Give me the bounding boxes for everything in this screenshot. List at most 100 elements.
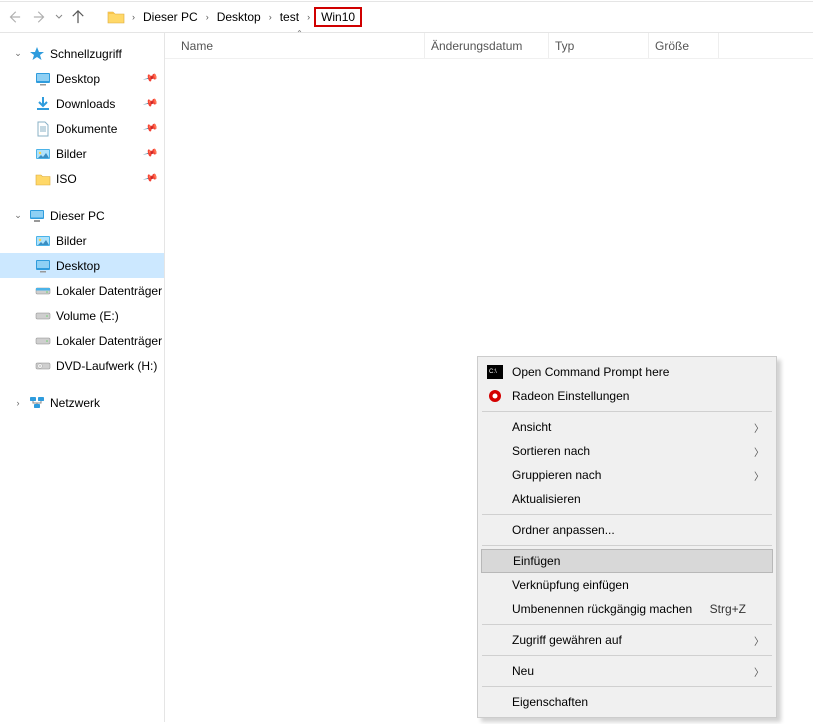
- menu-separator: [482, 655, 772, 656]
- dvd-icon: [34, 357, 52, 375]
- menu-item-label: Ordner anpassen...: [512, 523, 615, 537]
- cmd-icon: C:\: [486, 363, 504, 381]
- recent-locations-dropdown[interactable]: [54, 13, 64, 21]
- sidebar-item-label: Lokaler Datenträger: [56, 334, 164, 348]
- drive-icon: [34, 282, 52, 300]
- drive-icon: [34, 307, 52, 325]
- column-size[interactable]: Größe: [649, 33, 719, 58]
- chevron-down-icon: [55, 13, 63, 21]
- chevron-right-icon: 〉: [754, 468, 764, 483]
- download-icon: [34, 95, 52, 113]
- svg-text:C:\: C:\: [489, 369, 497, 375]
- forward-button[interactable]: [28, 5, 52, 29]
- sidebar-item-label: Lokaler Datenträger: [56, 284, 164, 298]
- sidebar-item-pictures[interactable]: Bilder: [0, 228, 164, 253]
- arrow-left-icon: [7, 10, 21, 24]
- sidebar-item-iso[interactable]: ISO 📌: [0, 166, 164, 191]
- menu-item-new[interactable]: Neu 〉: [480, 659, 774, 683]
- navigation-bar: › Dieser PC › Desktop › test › Win10: [0, 1, 813, 33]
- menu-item-open-cmd[interactable]: C:\ Open Command Prompt here: [480, 360, 774, 384]
- star-icon: [28, 45, 46, 63]
- drive-icon: [34, 332, 52, 350]
- sidebar-item-label: Volume (E:): [56, 309, 164, 323]
- menu-separator: [482, 411, 772, 412]
- menu-item-group-by[interactable]: Gruppieren nach 〉: [480, 463, 774, 487]
- folder-icon: [106, 7, 126, 27]
- menu-item-view[interactable]: Ansicht 〉: [480, 415, 774, 439]
- chevron-right-icon[interactable]: ›: [265, 12, 276, 22]
- menu-item-label: Aktualisieren: [512, 492, 581, 506]
- sidebar-item-documents[interactable]: Dokumente 📌: [0, 116, 164, 141]
- back-button[interactable]: [2, 5, 26, 29]
- breadcrumb-item[interactable]: test: [276, 6, 303, 28]
- sidebar-item-pictures[interactable]: Bilder 📌: [0, 141, 164, 166]
- menu-item-sort-by[interactable]: Sortieren nach 〉: [480, 439, 774, 463]
- tree-group-this-pc: ⌄ Dieser PC Bilder Desktop Lokaler Daten…: [0, 203, 164, 378]
- breadcrumb-item[interactable]: Dieser PC: [139, 6, 202, 28]
- menu-item-undo-rename[interactable]: Umbenennen rückgängig machen Strg+Z: [480, 597, 774, 621]
- menu-item-customize-folder[interactable]: Ordner anpassen...: [480, 518, 774, 542]
- sidebar-item-label: DVD-Laufwerk (H:): [56, 359, 164, 373]
- menu-item-label: Zugriff gewähren auf: [512, 633, 622, 647]
- menu-item-refresh[interactable]: Aktualisieren: [480, 487, 774, 511]
- chevron-right-icon: 〉: [754, 633, 764, 648]
- menu-item-label: Neu: [512, 664, 534, 678]
- chevron-right-icon: 〉: [754, 664, 764, 679]
- chevron-right-icon[interactable]: ›: [128, 12, 139, 22]
- column-label: Name: [181, 39, 213, 53]
- pc-icon: [28, 207, 46, 225]
- context-menu: C:\ Open Command Prompt here Radeon Eins…: [477, 356, 777, 718]
- sidebar-item-downloads[interactable]: Downloads 📌: [0, 91, 164, 116]
- arrow-up-icon: [71, 10, 85, 24]
- sidebar-item-quick-access[interactable]: ⌄ Schnellzugriff: [0, 41, 164, 66]
- menu-item-label: Ansicht: [512, 420, 551, 434]
- column-name[interactable]: Name ⌃: [175, 33, 425, 58]
- chevron-down-icon[interactable]: ⌄: [12, 48, 24, 59]
- menu-separator: [482, 514, 772, 515]
- menu-separator: [482, 686, 772, 687]
- menu-item-give-access[interactable]: Zugriff gewähren auf 〉: [480, 628, 774, 652]
- tree-group-quick-access: ⌄ Schnellzugriff Desktop 📌 Downloads 📌 D…: [0, 41, 164, 191]
- menu-item-radeon[interactable]: Radeon Einstellungen: [480, 384, 774, 408]
- pictures-icon: [34, 232, 52, 250]
- column-label: Typ: [555, 39, 574, 53]
- menu-item-label: Gruppieren nach: [512, 468, 601, 482]
- breadcrumb[interactable]: › Dieser PC › Desktop › test › Win10: [106, 5, 811, 29]
- menu-separator: [482, 624, 772, 625]
- menu-item-paste[interactable]: Einfügen: [481, 549, 773, 573]
- folder-icon: [34, 170, 52, 188]
- menu-separator: [482, 545, 772, 546]
- chevron-down-icon[interactable]: ⌄: [12, 210, 24, 221]
- menu-item-label: Open Command Prompt here: [512, 365, 669, 379]
- chevron-right-icon[interactable]: ›: [303, 12, 314, 22]
- menu-item-label: Radeon Einstellungen: [512, 389, 629, 403]
- radeon-icon: [486, 387, 504, 405]
- menu-item-properties[interactable]: Eigenschaften: [480, 690, 774, 714]
- sidebar-item-network[interactable]: › Netzwerk: [0, 390, 164, 415]
- menu-item-paste-shortcut[interactable]: Verknüpfung einfügen: [480, 573, 774, 597]
- chevron-right-icon: 〉: [754, 444, 764, 459]
- sidebar-item-dvd-drive[interactable]: DVD-Laufwerk (H:): [0, 353, 164, 378]
- column-headers: Name ⌃ Änderungsdatum Typ Größe: [165, 33, 813, 59]
- breadcrumb-item-current[interactable]: Win10: [314, 7, 362, 27]
- chevron-right-icon: 〉: [754, 420, 764, 435]
- sidebar-item-volume-e[interactable]: Volume (E:): [0, 303, 164, 328]
- sidebar-item-desktop[interactable]: Desktop 📌: [0, 66, 164, 91]
- breadcrumb-item[interactable]: Desktop: [213, 6, 265, 28]
- sidebar-item-local-disk-2[interactable]: Lokaler Datenträger: [0, 328, 164, 353]
- menu-item-label: Verknüpfung einfügen: [512, 578, 629, 592]
- chevron-right-icon[interactable]: ›: [202, 12, 213, 22]
- column-label: Änderungsdatum: [431, 39, 522, 53]
- column-type[interactable]: Typ: [549, 33, 649, 58]
- sidebar-item-desktop[interactable]: Desktop: [0, 253, 164, 278]
- sidebar-tree: ⌄ Schnellzugriff Desktop 📌 Downloads 📌 D…: [0, 33, 165, 722]
- up-button[interactable]: [66, 5, 90, 29]
- sidebar-item-local-disk[interactable]: Lokaler Datenträger: [0, 278, 164, 303]
- column-label: Größe: [655, 39, 689, 53]
- sidebar-item-this-pc[interactable]: ⌄ Dieser PC: [0, 203, 164, 228]
- tree-group-network: › Netzwerk: [0, 390, 164, 415]
- chevron-right-icon[interactable]: ›: [12, 398, 24, 408]
- column-modified[interactable]: Änderungsdatum: [425, 33, 549, 58]
- sidebar-item-label: Bilder: [56, 234, 164, 248]
- desktop-icon: [34, 70, 52, 88]
